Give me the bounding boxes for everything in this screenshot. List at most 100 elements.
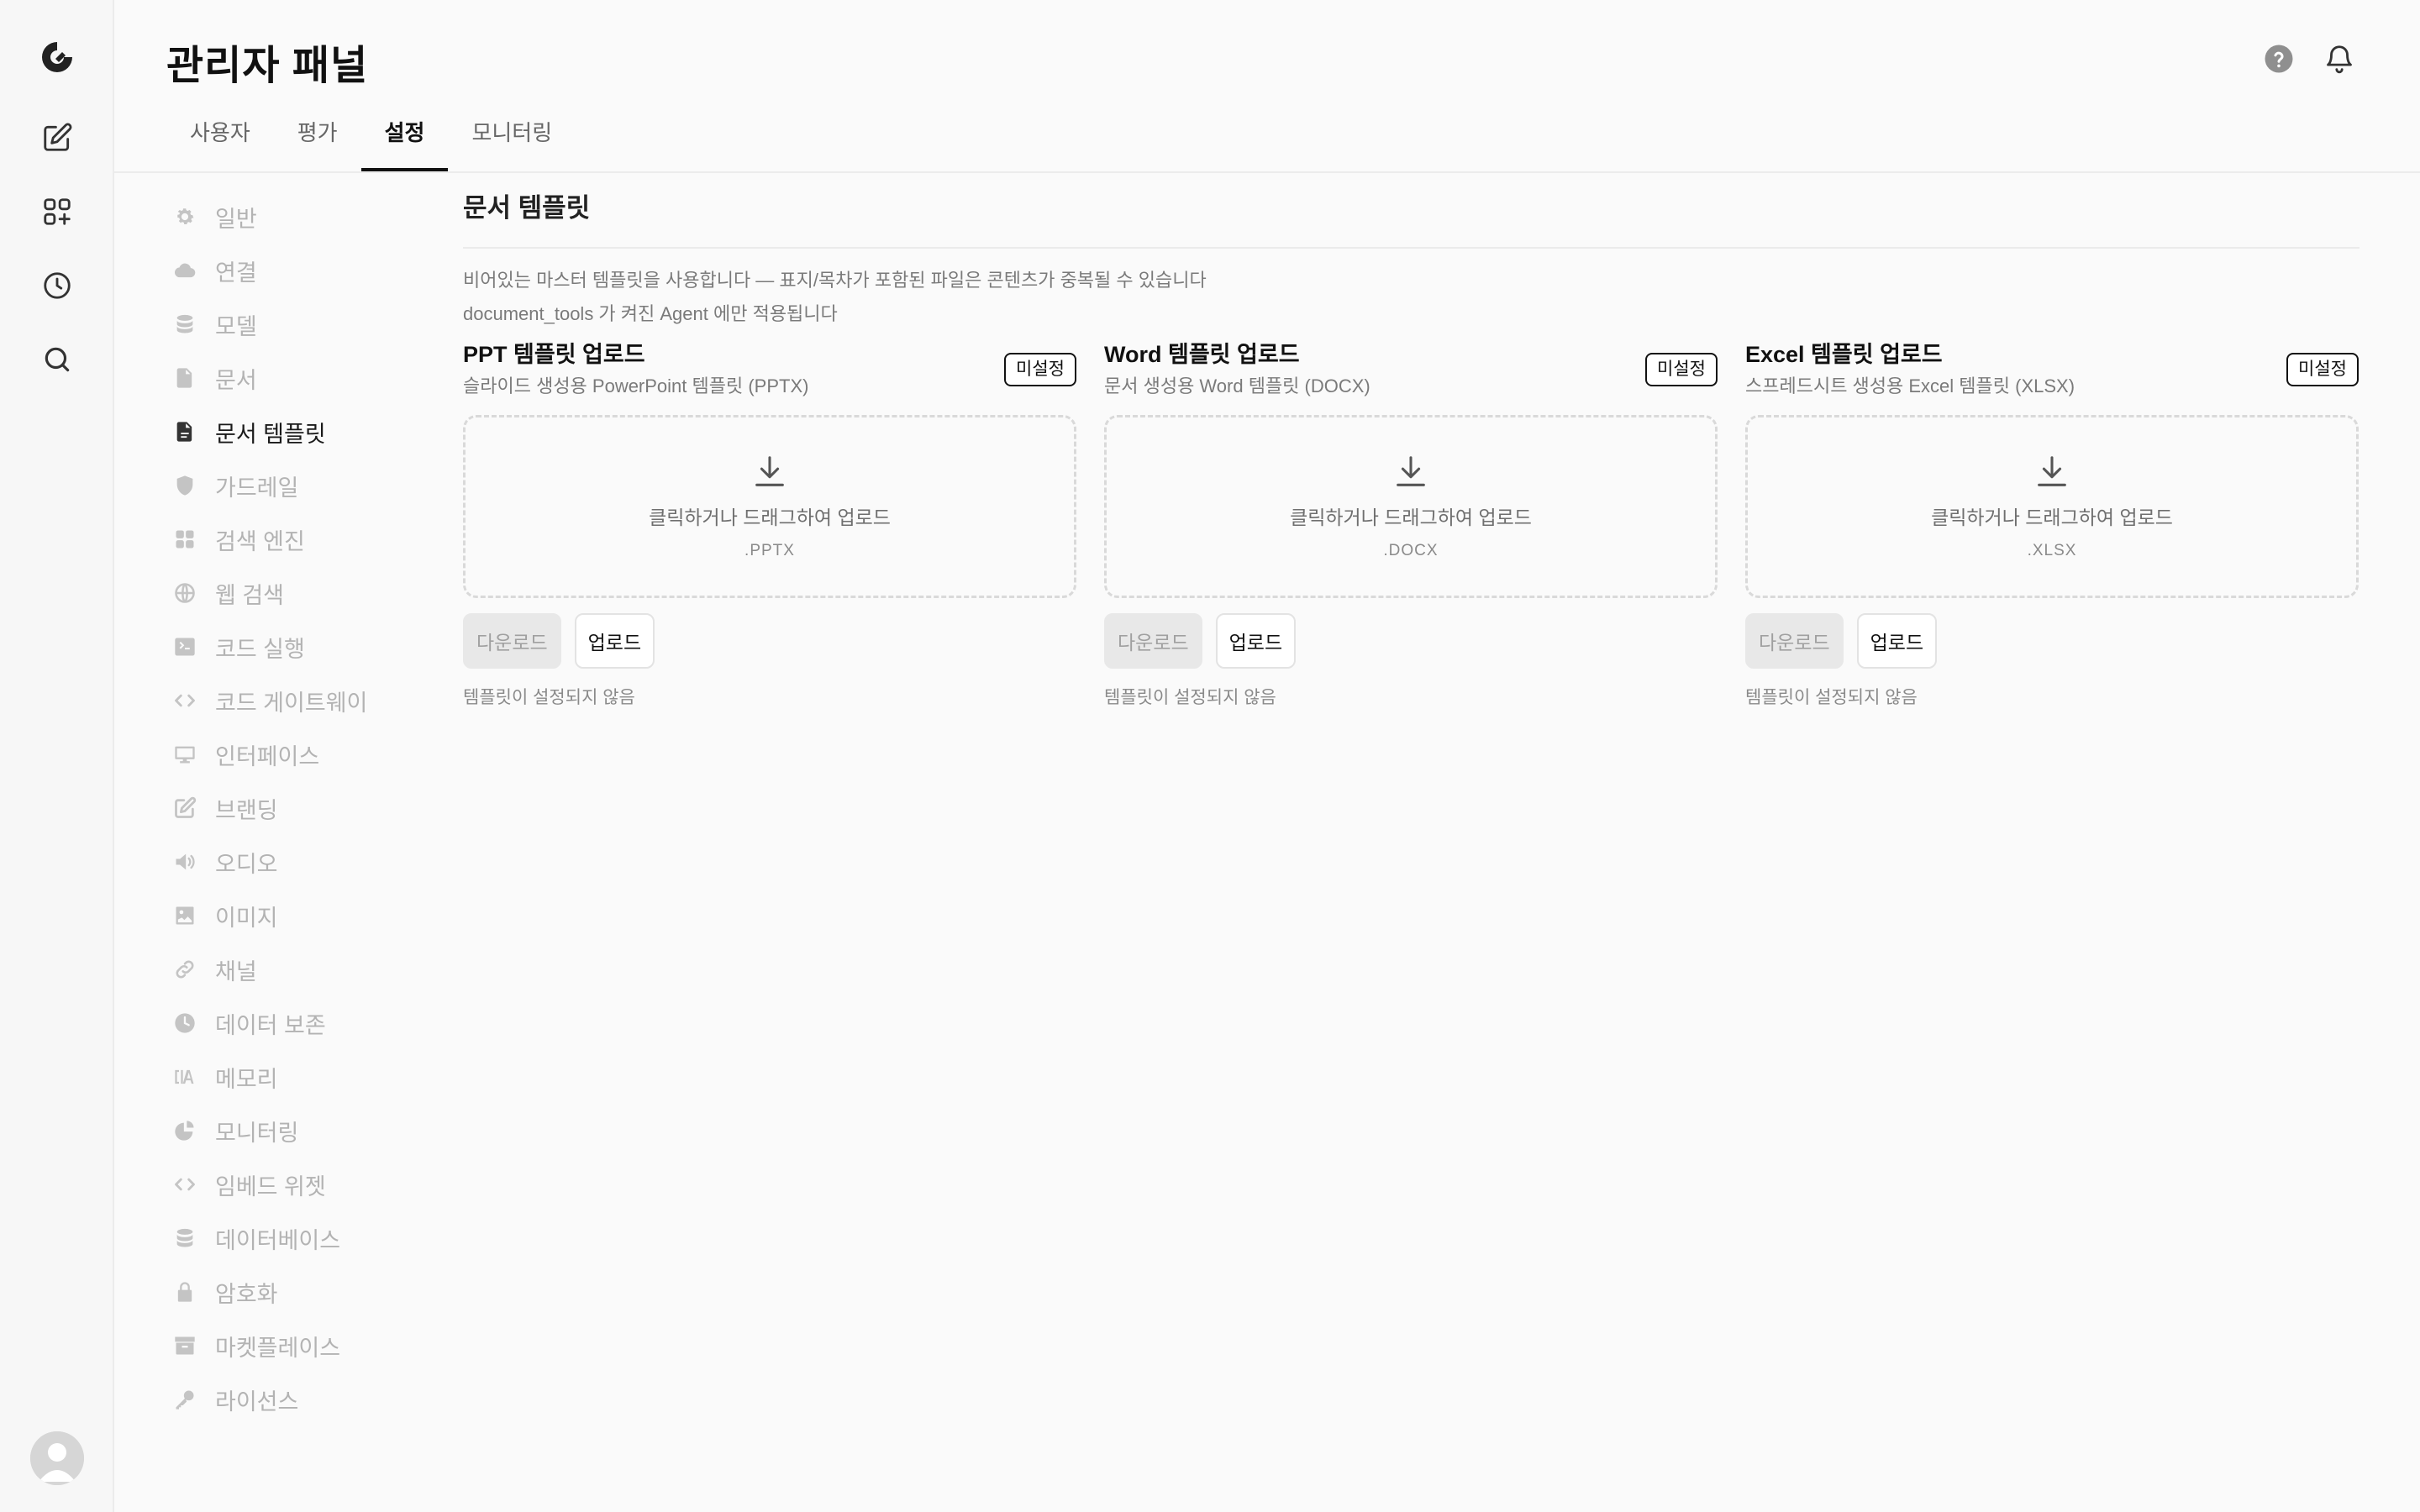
memory-icon: [171, 1063, 198, 1090]
settings-nav-branding[interactable]: 브랜딩: [171, 781, 367, 835]
settings-nav-document-templates[interactable]: 문서 템플릿: [171, 405, 367, 459]
dropzone-extension: .XLSX: [2027, 542, 2077, 559]
settings-nav-audio[interactable]: 오디오: [171, 835, 367, 889]
link-icon: [171, 956, 198, 983]
description-line-2: document_tools 가 켜진 Agent 에만 적용됩니다: [463, 303, 838, 324]
settings-nav-label: 브랜딩: [215, 797, 278, 823]
bell-icon[interactable]: [2321, 40, 2358, 77]
settings-nav-data-retention[interactable]: 데이터 보존: [171, 996, 367, 1050]
card-title: Excel 템플릿 업로드: [1745, 342, 1943, 367]
user-avatar[interactable]: [30, 1431, 84, 1485]
settings-nav-embed-widget[interactable]: 임베드 위젯: [171, 1158, 367, 1211]
upload-button[interactable]: 업로드: [1215, 613, 1297, 669]
template-cards: PPT 템플릿 업로드 슬라이드 생성용 PowerPoint 템플릿 (PPT…: [463, 339, 2360, 709]
upload-button[interactable]: 업로드: [574, 613, 655, 669]
card-subtitle: 슬라이드 생성용 PowerPoint 템플릿 (PPTX): [463, 375, 809, 396]
settings-nav-memory[interactable]: 메모리: [171, 1050, 367, 1104]
tab-monitoring[interactable]: 모니터링: [448, 99, 576, 171]
download-button[interactable]: 다운로드: [463, 613, 561, 669]
page-title: 관리자 패널: [166, 44, 369, 88]
download-button[interactable]: 다운로드: [1104, 613, 1202, 669]
settings-nav-label: 오디오: [215, 851, 278, 877]
logo-icon[interactable]: [37, 37, 77, 77]
grid-icon: [171, 526, 198, 553]
archive-icon: [171, 1332, 198, 1359]
cloud-icon: [171, 257, 198, 284]
dropzone-extension: .DOCX: [1383, 542, 1439, 559]
tabs-divider: [114, 171, 2420, 173]
card-title: Word 템플릿 업로드: [1104, 342, 1300, 367]
xlsx-dropzone[interactable]: 클릭하거나 드래그하여 업로드 .XLSX: [1745, 415, 2359, 598]
settings-nav-label: 라이선스: [215, 1389, 299, 1415]
description-line-1: 비어있는 마스터 템플릿을 사용합니다 — 표지/목차가 포함된 파일은 콘텐츠…: [463, 270, 1207, 291]
embed-code-icon: [171, 1171, 198, 1198]
status-badge: 미설정: [2286, 353, 2359, 386]
gear-icon: [171, 203, 198, 230]
help-circle-icon[interactable]: [2260, 40, 2297, 77]
dropzone-text: 클릭하거나 드래그하여 업로드: [1931, 507, 2173, 528]
settings-nav-connections[interactable]: 연결: [171, 244, 367, 297]
status-badge: 미설정: [1004, 353, 1076, 386]
settings-nav-label: 마켓플레이스: [215, 1335, 341, 1361]
settings-nav-documents[interactable]: 문서: [171, 351, 367, 405]
settings-nav-search-engine[interactable]: 검색 엔진: [171, 512, 367, 566]
clock-icon: [171, 1010, 198, 1037]
settings-nav-label: 인터페이스: [215, 743, 320, 769]
settings-nav-encryption[interactable]: 암호화: [171, 1265, 367, 1319]
settings-nav: 일반 연결 모델 문서 문서 템플릿 가드레일 검색 엔진 웹 검색 코드 실행…: [171, 190, 367, 1426]
settings-nav-marketplace[interactable]: 마켓플레이스: [171, 1319, 367, 1373]
settings-nav-monitoring[interactable]: 모니터링: [171, 1104, 367, 1158]
left-rail: [0, 0, 114, 1512]
settings-nav-models[interactable]: 모델: [171, 297, 367, 351]
terminal-icon: [171, 633, 198, 660]
settings-nav-channels[interactable]: 채널: [171, 942, 367, 996]
settings-nav-label: 채널: [215, 958, 257, 984]
card-subtitle: 스프레드시트 생성용 Excel 템플릿 (XLSX): [1745, 375, 2075, 396]
upload-button[interactable]: 업로드: [1856, 613, 1938, 669]
settings-nav-web-search[interactable]: 웹 검색: [171, 566, 367, 620]
tab-settings[interactable]: 설정: [360, 99, 449, 171]
settings-nav-interface[interactable]: 인터페이스: [171, 727, 367, 781]
chart-icon: [171, 1117, 198, 1144]
settings-nav-label: 데이터베이스: [215, 1227, 341, 1253]
download-arrow-icon: [1392, 453, 1430, 491]
search-icon[interactable]: [37, 339, 77, 380]
database-icon: [171, 1225, 198, 1252]
settings-nav-label: 문서: [215, 367, 257, 393]
dropzone-extension: .PPTX: [744, 542, 795, 559]
settings-nav-code-gateway[interactable]: 코드 게이트웨이: [171, 674, 367, 727]
status-badge: 미설정: [1645, 353, 1718, 386]
settings-nav-code-execution[interactable]: 코드 실행: [171, 620, 367, 674]
template-status-text: 템플릿이 설정되지 않음: [1104, 688, 1276, 707]
tab-evaluation[interactable]: 평가: [274, 99, 361, 171]
download-button[interactable]: 다운로드: [1745, 613, 1844, 669]
tab-users[interactable]: 사용자: [166, 99, 274, 171]
history-icon[interactable]: [37, 265, 77, 306]
settings-nav-database[interactable]: 데이터베이스: [171, 1211, 367, 1265]
image-icon: [171, 902, 198, 929]
docx-dropzone[interactable]: 클릭하거나 드래그하여 업로드 .DOCX: [1104, 415, 1718, 598]
database-icon: [171, 311, 198, 338]
pptx-dropzone[interactable]: 클릭하거나 드래그하여 업로드 .PPTX: [463, 415, 1076, 598]
monitor-icon: [171, 741, 198, 768]
top-tabs: 사용자 평가 설정 모니터링: [166, 99, 576, 171]
template-status-text: 템플릿이 설정되지 않음: [463, 688, 635, 707]
settings-nav-label: 모니터링: [215, 1120, 299, 1146]
settings-nav-general[interactable]: 일반: [171, 190, 367, 244]
settings-nav-guardrails[interactable]: 가드레일: [171, 459, 367, 512]
settings-nav-label: 암호화: [215, 1281, 278, 1307]
xlsx-template-card: Excel 템플릿 업로드 스프레드시트 생성용 Excel 템플릿 (XLSX…: [1745, 339, 2359, 709]
settings-nav-label: 검색 엔진: [215, 528, 305, 554]
dropzone-text: 클릭하거나 드래그하여 업로드: [1290, 507, 1532, 528]
settings-nav-label: 연결: [215, 260, 257, 286]
section-title: 문서 템플릿: [463, 193, 591, 223]
shield-icon: [171, 472, 198, 499]
new-chat-icon[interactable]: [37, 118, 77, 158]
settings-nav-license[interactable]: 라이선스: [171, 1373, 367, 1426]
workspace-icon[interactable]: [37, 192, 77, 232]
document-icon: [171, 365, 198, 391]
settings-nav-images[interactable]: 이미지: [171, 889, 367, 942]
settings-nav-label: 일반: [215, 206, 257, 232]
settings-nav-label: 문서 템플릿: [215, 421, 326, 447]
settings-nav-label: 데이터 보존: [215, 1012, 326, 1038]
